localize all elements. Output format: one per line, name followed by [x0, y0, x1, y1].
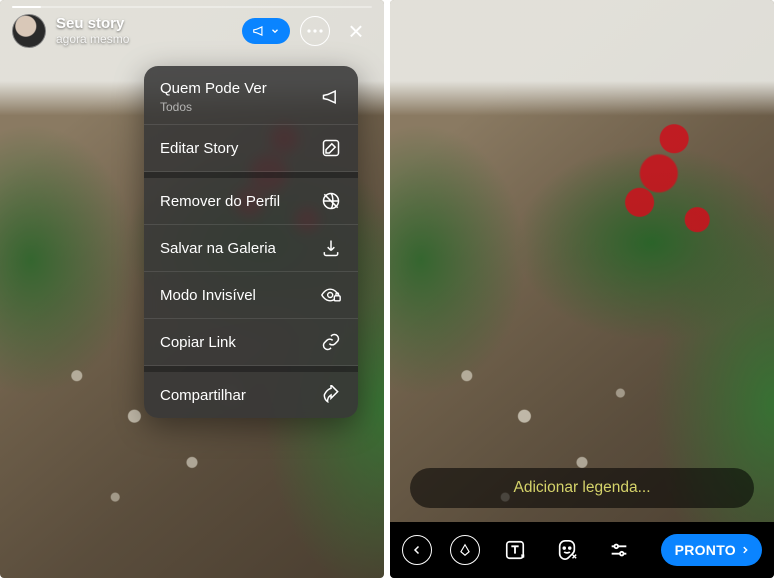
done-label: PRONTO	[675, 542, 736, 558]
close-button[interactable]: ×	[340, 15, 372, 47]
ellipsis-icon	[307, 29, 323, 33]
story-timestamp: agora mesmo	[56, 33, 129, 47]
crop-button[interactable]	[602, 533, 636, 567]
caption-placeholder: Adicionar legenda...	[513, 479, 650, 497]
story-viewer-screen: Seu story agora mesmo ×	[0, 0, 384, 578]
eye-lock-icon	[320, 284, 342, 306]
menu-item-label: Compartilhar	[160, 387, 246, 404]
chevron-down-icon	[270, 26, 280, 36]
menu-item-invisible-mode[interactable]: Modo Invisível	[144, 272, 358, 319]
share-icon	[320, 384, 342, 406]
menu-item-label: Editar Story	[160, 140, 238, 157]
menu-item-label: Copiar Link	[160, 334, 236, 351]
more-options-button[interactable]	[300, 16, 330, 46]
menu-item-sublabel: Todos	[160, 100, 267, 114]
story-editor-screen: Adicionar legenda...	[390, 0, 774, 578]
menu-item-edit-story[interactable]: Editar Story	[144, 125, 358, 172]
menu-item-share[interactable]: Compartilhar	[144, 366, 358, 418]
story-topbar: Seu story agora mesmo ×	[12, 14, 372, 48]
menu-item-save-gallery[interactable]: Salvar na Galeria	[144, 225, 358, 272]
megaphone-icon	[252, 24, 266, 38]
chevron-right-icon	[740, 544, 750, 556]
back-button[interactable]	[402, 535, 432, 565]
audience-pill[interactable]	[242, 18, 290, 44]
story-progress-bar	[12, 6, 372, 8]
link-icon	[320, 331, 342, 353]
globe-off-icon	[320, 190, 342, 212]
adjust-icon	[608, 539, 630, 561]
menu-item-who-can-see[interactable]: Quem Pode Ver Todos	[144, 66, 358, 125]
menu-item-label: Modo Invisível	[160, 287, 256, 304]
story-options-menu: Quem Pode Ver Todos Editar Story Remover…	[144, 66, 358, 418]
menu-item-copy-link[interactable]: Copiar Link	[144, 319, 358, 366]
menu-item-remove-profile[interactable]: Remover do Perfil	[144, 172, 358, 225]
avatar[interactable]	[12, 14, 46, 48]
pen-icon	[458, 543, 472, 557]
sticker-icon	[556, 539, 578, 561]
editor-toolbar: PRONTO	[390, 522, 774, 578]
sticker-button[interactable]	[550, 533, 584, 567]
done-button[interactable]: PRONTO	[661, 534, 762, 566]
story-title-block: Seu story agora mesmo	[56, 15, 129, 46]
chevron-left-icon	[411, 544, 423, 556]
draw-button[interactable]	[450, 535, 480, 565]
edit-icon	[320, 137, 342, 159]
text-icon	[504, 539, 526, 561]
menu-item-label: Remover do Perfil	[160, 193, 280, 210]
menu-item-label: Quem Pode Ver	[160, 80, 267, 98]
story-title: Seu story	[56, 15, 129, 32]
caption-input[interactable]: Adicionar legenda...	[410, 468, 754, 508]
close-icon: ×	[348, 18, 363, 44]
download-icon	[320, 237, 342, 259]
megaphone-icon	[320, 86, 342, 108]
menu-item-label: Salvar na Galeria	[160, 240, 276, 257]
text-button[interactable]	[498, 533, 532, 567]
